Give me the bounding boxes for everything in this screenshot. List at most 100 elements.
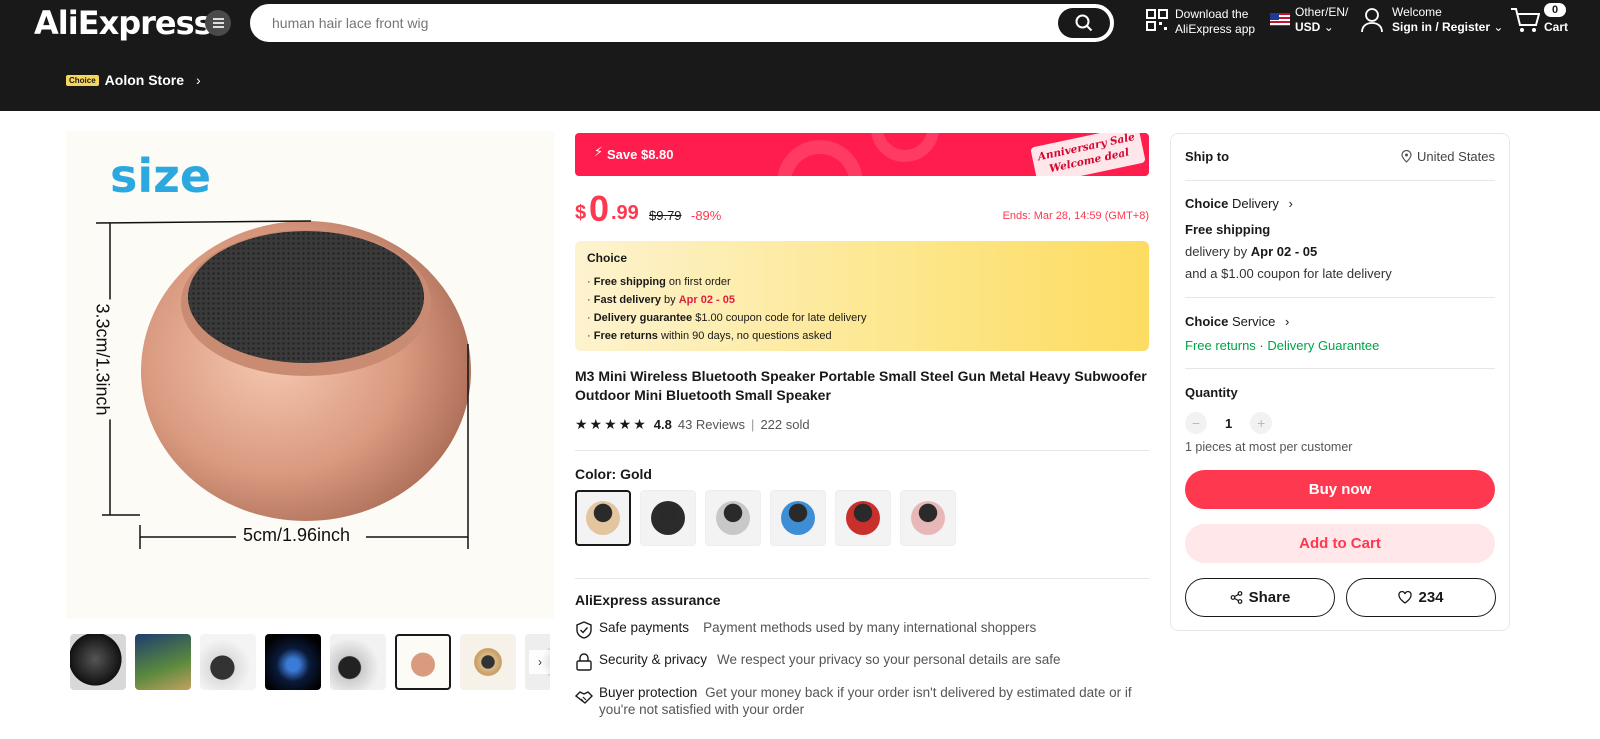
rating-value: 4.8 [653, 417, 672, 432]
search-button[interactable] [1058, 8, 1110, 38]
handshake-icon [575, 691, 593, 704]
swatch-ball [716, 501, 750, 535]
benefit-fast-delivery: · Fast delivery by Apr 02 - 05 [587, 294, 735, 306]
assurance-security-privacy: Security & privacy We respect your priva… [575, 652, 1150, 671]
assurance-safe-payments: Safe payments Payment methods used by ma… [575, 620, 1150, 639]
choice-benefits-box: Choice · Free shipping on first order · … [575, 241, 1149, 351]
swatch-ball [781, 501, 815, 535]
choice-badge: Choice [66, 74, 99, 86]
color-swatch-silver[interactable] [705, 490, 761, 546]
original-price: $9.79 [649, 208, 682, 223]
sale-end-time: Ends: Mar 28, 14:59 (GMT+8) [1002, 210, 1149, 222]
quantity-value[interactable]: 1 [1225, 416, 1232, 431]
thumbnail[interactable] [200, 634, 256, 690]
qr-code-icon [1146, 9, 1168, 31]
color-swatches [575, 490, 956, 546]
color-swatch-black[interactable] [640, 490, 696, 546]
ship-to-row[interactable]: Ship to United States [1185, 149, 1495, 164]
top-header: AliExpress Download the AliExpress app O… [0, 0, 1600, 111]
thumbnail-strip [70, 634, 550, 690]
thumbnail-next-arrow[interactable]: › [529, 650, 551, 674]
divider [1185, 368, 1495, 369]
lock-icon [576, 653, 592, 671]
purchase-panel: Ship to United States Choice Delivery › … [1170, 133, 1510, 631]
heart-icon [1398, 591, 1413, 604]
free-returns-link[interactable]: Free returns [1185, 338, 1256, 353]
divider [1185, 180, 1495, 181]
color-swatch-gold[interactable] [575, 490, 631, 546]
delivery-estimate: delivery by Apr 02 - 05 [1185, 244, 1318, 259]
service-list: Free returns · Delivery Guarantee [1185, 338, 1380, 353]
download-app-link[interactable]: Download the AliExpress app [1175, 7, 1255, 37]
share-button[interactable]: Share [1185, 578, 1335, 617]
star-rating-icon: ★★★★★ [575, 416, 648, 432]
thumbnail[interactable] [330, 634, 386, 690]
reviews-link[interactable]: 43 Reviews [678, 417, 745, 432]
thumbnail[interactable] [70, 634, 126, 690]
swatch-ball [651, 501, 685, 535]
quantity-label: Quantity [1185, 385, 1238, 400]
wishlist-count: 234 [1418, 589, 1444, 606]
thumbnail[interactable] [265, 634, 321, 690]
choice-service-link[interactable]: Choice Service › [1185, 314, 1495, 329]
search-input[interactable] [272, 15, 1032, 31]
cart-label[interactable]: Cart [1544, 20, 1568, 35]
store-link[interactable]: Choice Aolon Store › [66, 72, 201, 88]
price-currency: $ [575, 202, 587, 224]
choice-delivery-link[interactable]: Choice Delivery › [1185, 196, 1495, 211]
thumbnail-active[interactable] [395, 634, 451, 690]
chevron-down-icon: ⌄ [1493, 20, 1504, 34]
aliexpress-logo[interactable]: AliExpress [34, 4, 213, 42]
quantity-increase-button[interactable]: + [1250, 412, 1273, 434]
menu-button[interactable] [205, 10, 231, 36]
save-amount: Save $8.80 [607, 147, 674, 162]
color-swatch-red[interactable] [835, 490, 891, 546]
promo-banner: ⚡ Save $8.80 Anniversary Sale Welcome de… [575, 133, 1149, 176]
sold-count: 222 sold [760, 417, 810, 432]
benefit-delivery-guarantee: · Delivery guarantee $1.00 coupon code f… [587, 312, 867, 324]
store-name: Aolon Store [104, 72, 185, 88]
benefit-free-returns: · Free returns within 90 days, no questi… [587, 330, 832, 342]
search-icon [1075, 14, 1093, 32]
add-to-cart-button[interactable]: Add to Cart [1185, 524, 1495, 563]
price-integer: 0 [589, 188, 610, 229]
swatch-ball [586, 501, 620, 535]
search-bar [250, 4, 1114, 42]
assurance-title: AliExpress assurance [575, 592, 721, 608]
chevron-down-icon: ⌄ [1323, 20, 1334, 34]
location-pin-icon [1401, 150, 1412, 163]
color-swatch-pink[interactable] [900, 490, 956, 546]
divider [575, 450, 1149, 451]
free-shipping-label: Free shipping [1185, 222, 1271, 237]
chevron-right-icon: › [1284, 314, 1290, 329]
region-currency-selector[interactable]: Other/EN/ USD ⌄ [1295, 5, 1348, 35]
late-delivery-coupon: and a $1.00 coupon for late delivery [1185, 266, 1392, 281]
rating-row: ★★★★★ 4.8 43 Reviews | 222 sold [575, 416, 810, 433]
divider [1185, 297, 1495, 298]
product-title: M3 Mini Wireless Bluetooth Speaker Porta… [575, 368, 1147, 403]
quantity-limit-note: 1 pieces at most per customer [1185, 440, 1353, 454]
hamburger-icon [212, 22, 224, 24]
price-row: $ 0 .99 $9.79 -89% Ends: Mar 28, 14:59 (… [575, 188, 1149, 230]
thumbnail[interactable] [135, 634, 191, 690]
quantity-stepper: − 1 + [1185, 412, 1273, 434]
wishlist-button[interactable]: 234 [1346, 578, 1496, 617]
divider [575, 578, 1149, 579]
shield-check-icon [576, 621, 592, 639]
quantity-decrease-button[interactable]: − [1185, 412, 1207, 434]
thumbnail[interactable] [460, 634, 516, 690]
price-decimal: .99 [611, 202, 639, 224]
account-menu[interactable]: Welcome Sign in / Register ⌄ [1392, 5, 1503, 35]
delivery-guarantee-link[interactable]: Delivery Guarantee [1267, 338, 1379, 353]
assurance-buyer-protection: Buyer protection Get your money back if … [575, 684, 1150, 718]
width-dimension-label: 5cm/1.96inch [243, 525, 351, 545]
share-icon [1230, 591, 1243, 604]
us-flag-icon [1270, 13, 1290, 26]
buy-now-button[interactable]: Buy now [1185, 470, 1495, 509]
cart-icon[interactable] [1510, 7, 1540, 33]
color-swatch-blue[interactable] [770, 490, 826, 546]
chevron-right-icon: › [196, 72, 201, 88]
discount-percent: -89% [691, 208, 722, 223]
ship-to-label: Ship to [1185, 149, 1230, 164]
main-product-image[interactable]: size 3.3cm/1.3inch 5cm/1.96inch [66, 131, 554, 619]
